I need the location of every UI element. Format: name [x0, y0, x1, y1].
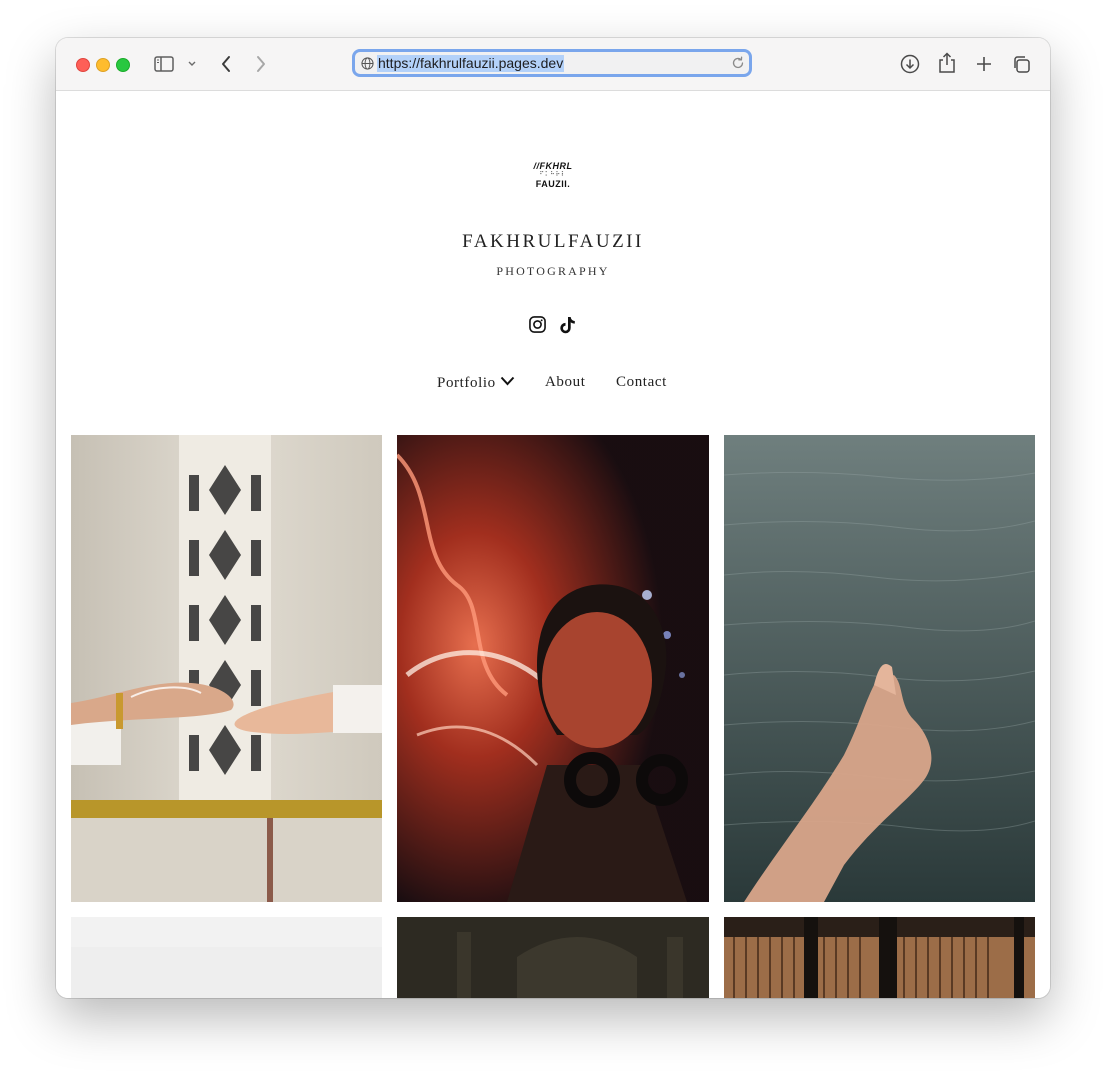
- gallery-photo-hand-over-water[interactable]: [724, 435, 1035, 902]
- site-subtitle: PHOTOGRAPHY: [496, 264, 610, 278]
- tab-overview-icon[interactable]: [1010, 53, 1032, 75]
- close-window-button[interactable]: [76, 58, 90, 72]
- nav-portfolio[interactable]: Portfolio: [437, 374, 515, 392]
- site-title[interactable]: FAKHRULFAUZII: [56, 231, 1050, 253]
- globe-icon: [361, 57, 374, 75]
- site-logo[interactable]: //FKHRL ⠋⠅⠓⠗⠇ FAUZII.: [526, 161, 580, 189]
- share-icon[interactable]: [936, 51, 958, 75]
- new-tab-plus-icon[interactable]: [973, 53, 995, 75]
- browser-toolbar: https://fakhrulfauzii.pages.dev: [56, 38, 1050, 91]
- minimize-window-button[interactable]: [96, 58, 110, 72]
- chevron-down-icon[interactable]: [186, 58, 198, 70]
- reload-icon[interactable]: [731, 56, 745, 75]
- browser-window: https://fakhrulfauzii.pages.dev //FKHRL …: [56, 38, 1050, 998]
- nav-contact[interactable]: Contact: [616, 374, 667, 391]
- nav-about[interactable]: About: [545, 374, 586, 391]
- gallery-photo-white-wall[interactable]: [71, 917, 382, 998]
- address-bar[interactable]: https://fakhrulfauzii.pages.dev: [352, 49, 752, 77]
- back-arrow-icon[interactable]: [216, 54, 236, 74]
- gallery-photo-window-blinds[interactable]: [724, 917, 1035, 998]
- instagram-icon[interactable]: [529, 316, 547, 334]
- tiktok-icon[interactable]: [559, 316, 577, 334]
- chevron-down-icon: [500, 374, 515, 391]
- forward-arrow-icon[interactable]: [251, 54, 271, 74]
- sidebar-toggle-icon[interactable]: [153, 54, 175, 74]
- nav-portfolio-label: Portfolio: [437, 375, 496, 391]
- maximize-window-button[interactable]: [116, 58, 130, 72]
- gallery-photo-neon-portrait[interactable]: [397, 435, 709, 902]
- gallery-photo-dark-building[interactable]: [397, 917, 709, 998]
- url-text[interactable]: https://fakhrulfauzii.pages.dev: [377, 55, 565, 72]
- gallery-photo-henna-hands[interactable]: [71, 435, 382, 902]
- download-icon[interactable]: [899, 53, 921, 75]
- page-content: //FKHRL ⠋⠅⠓⠗⠇ FAUZII. FAKHRULFAUZII PHOT…: [56, 91, 1050, 998]
